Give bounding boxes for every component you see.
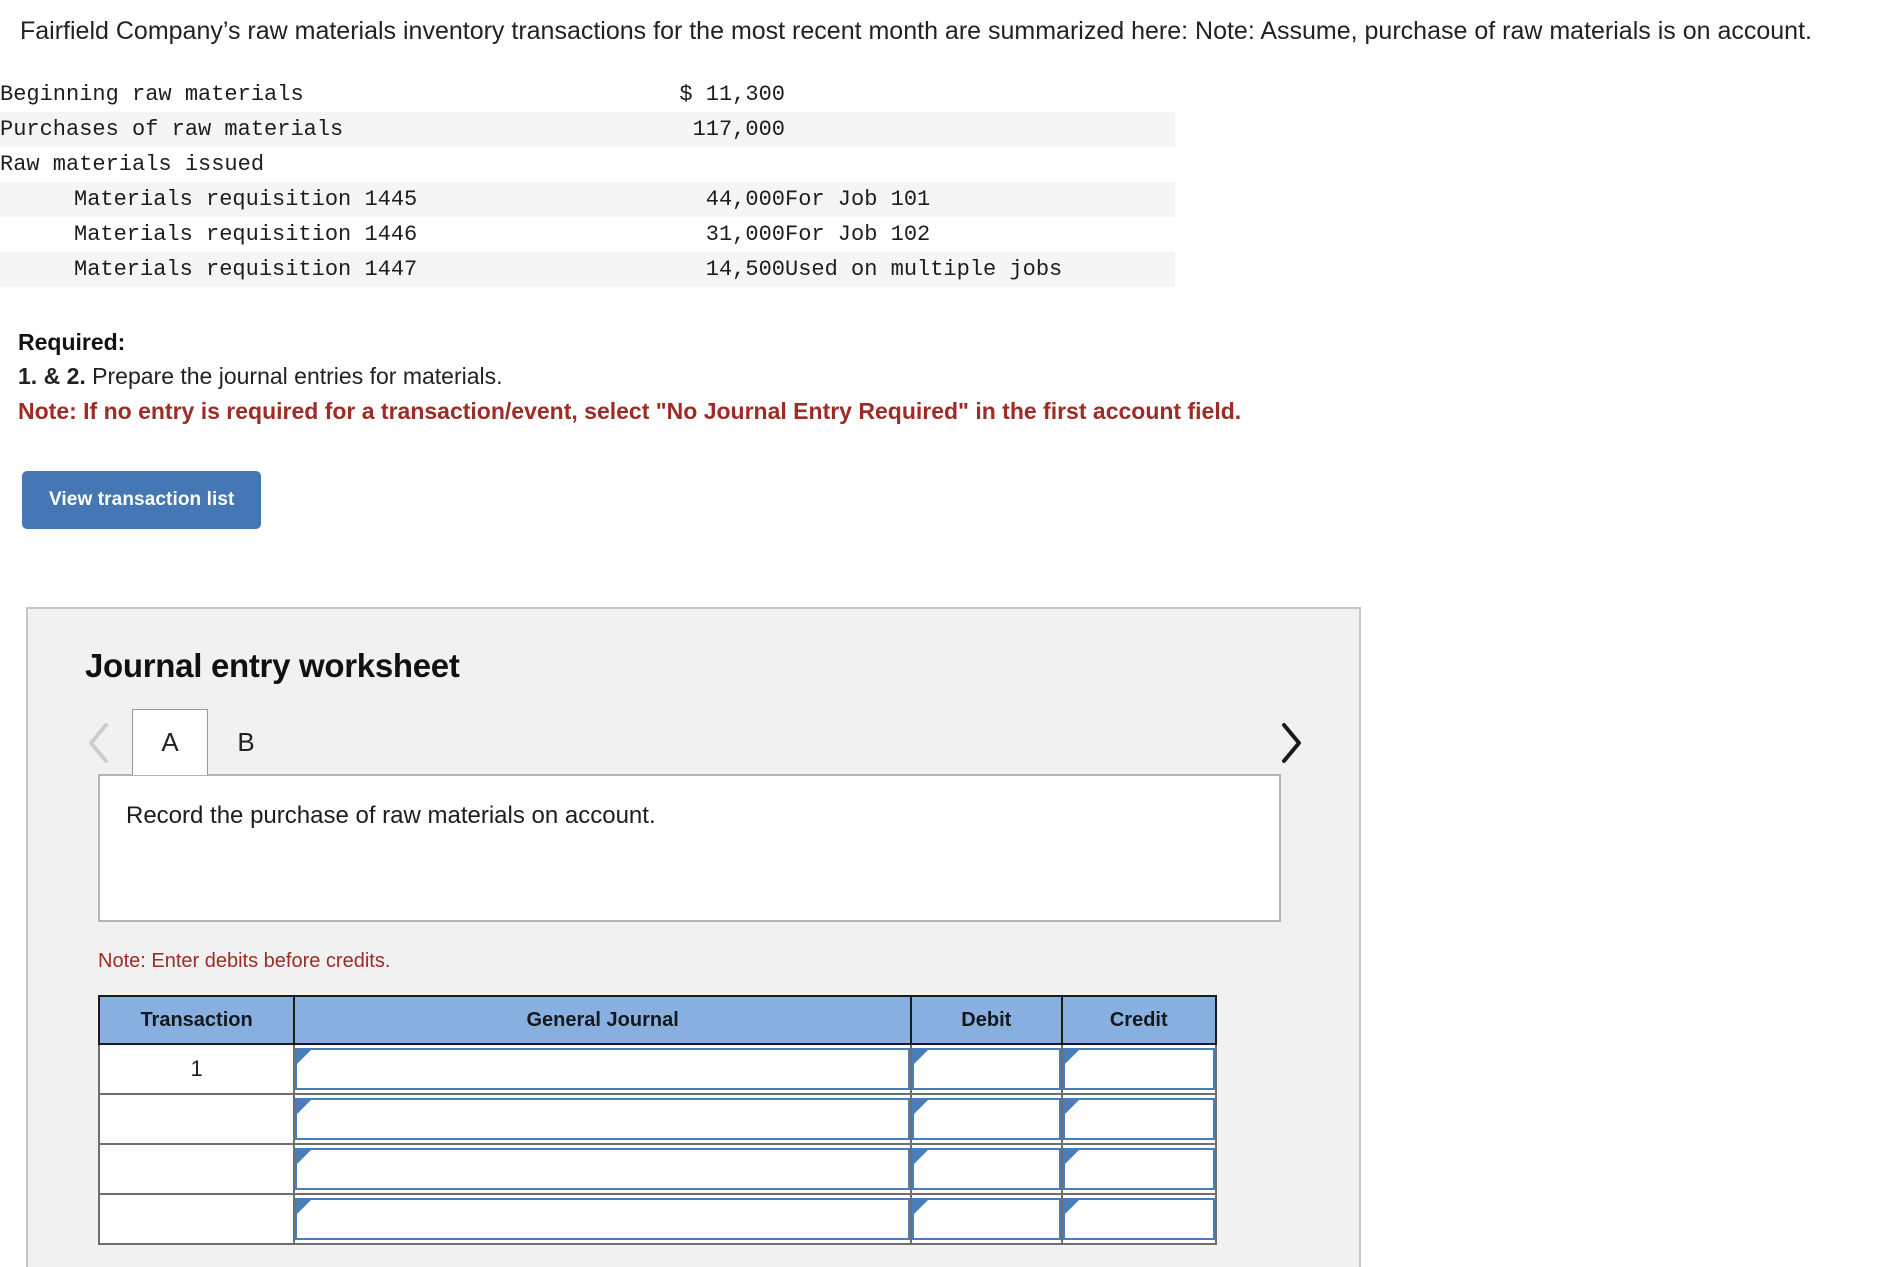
column-header-general-journal: General Journal	[293, 995, 913, 1045]
table-row: Materials requisition 1447 14,500 Used o…	[0, 251, 1175, 287]
debit-input-4[interactable]	[912, 1198, 1061, 1240]
toolbar: View transaction list	[0, 471, 1902, 530]
table-header-row: Transaction General Journal Debit Credit	[97, 995, 1217, 1045]
tab-a-label: A	[161, 727, 179, 757]
credit-cell-2[interactable]	[1060, 1093, 1217, 1145]
table-row	[97, 1193, 1217, 1245]
summary-label: Materials requisition 1446	[74, 221, 418, 247]
journal-entry-worksheet-panel: Journal entry worksheet A B Record the p…	[26, 607, 1361, 1267]
credit-input-1[interactable]	[1062, 1048, 1215, 1090]
summary-note	[785, 77, 1175, 112]
chevron-left-icon	[86, 721, 112, 765]
required-section: Required: 1. & 2. Prepare the journal en…	[0, 327, 1902, 427]
summary-table-wrapper: Beginning raw materials $ 11,300 Purchas…	[0, 77, 1175, 287]
required-note: Note: If no entry is required for a tran…	[18, 397, 1242, 424]
summary-label: Materials requisition 1447	[74, 256, 418, 282]
table-row: Purchases of raw materials 117,000	[0, 111, 1175, 147]
summary-note	[785, 147, 1175, 182]
general-journal-input-3[interactable]	[295, 1148, 911, 1190]
table-row	[97, 1143, 1217, 1195]
summary-note: For Job 101	[785, 186, 931, 212]
general-journal-input-4[interactable]	[295, 1198, 911, 1240]
summary-amount	[600, 147, 785, 182]
table-row	[97, 1093, 1217, 1145]
summary-label: Raw materials issued	[0, 151, 265, 177]
journal-entry-table-body: 1	[97, 1043, 1217, 1245]
column-header-debit: Debit	[910, 995, 1063, 1045]
general-journal-cell-1[interactable]	[293, 1043, 913, 1095]
general-journal-input-2[interactable]	[295, 1098, 911, 1140]
journal-entry-table: Transaction General Journal Debit Credit…	[97, 995, 1217, 1245]
summary-label: Beginning raw materials	[0, 81, 304, 107]
column-header-credit: Credit	[1060, 995, 1217, 1045]
required-item-number: 1. & 2.	[18, 363, 86, 390]
chevron-right-icon	[1278, 721, 1304, 765]
required-item-text: Prepare the journal entries for material…	[85, 363, 503, 390]
summary-label: Purchases of raw materials	[0, 116, 344, 142]
summary-note	[785, 112, 1175, 147]
tab-b[interactable]: B	[208, 709, 284, 775]
debit-input-3[interactable]	[912, 1148, 1061, 1190]
debit-input-2[interactable]	[912, 1098, 1061, 1140]
credit-input-2[interactable]	[1062, 1098, 1215, 1140]
summary-note: For Job 102	[785, 221, 931, 247]
debits-before-credits-note: Note: Enter debits before credits.	[98, 950, 391, 972]
credit-input-4[interactable]	[1062, 1198, 1215, 1240]
general-journal-cell-3[interactable]	[293, 1143, 913, 1195]
credit-cell-1[interactable]	[1060, 1043, 1217, 1095]
summary-amount: 31,000	[705, 221, 785, 247]
table-row: Materials requisition 1445 44,000 For Jo…	[0, 181, 1175, 217]
credit-input-3[interactable]	[1062, 1148, 1215, 1190]
table-row: 1	[97, 1043, 1217, 1095]
summary-amount: 117,000	[692, 116, 785, 142]
transaction-number-cell	[97, 1093, 296, 1145]
summary-amount: $ 11,300	[679, 81, 785, 107]
debit-cell-3[interactable]	[910, 1143, 1063, 1195]
table-row: Raw materials issued	[0, 147, 1175, 182]
summary-amount: 14,500	[705, 256, 785, 282]
column-header-transaction: Transaction	[97, 995, 296, 1045]
journal-entry-table-head: Transaction General Journal Debit Credit	[97, 995, 1217, 1045]
previous-entry-arrow-button[interactable]	[76, 717, 122, 769]
debit-cell-1[interactable]	[910, 1043, 1063, 1095]
summary-label: Materials requisition 1445	[74, 186, 418, 212]
raw-materials-summary-table: Beginning raw materials $ 11,300 Purchas…	[0, 77, 1175, 287]
credit-cell-3[interactable]	[1060, 1143, 1217, 1195]
transaction-number-cell: 1	[97, 1043, 296, 1095]
worksheet-title: Journal entry worksheet	[85, 647, 460, 684]
tab-b-label: B	[237, 727, 255, 757]
worksheet-tab-bar: A B	[28, 709, 1359, 775]
debit-cell-2[interactable]	[910, 1093, 1063, 1145]
summary-note: Used on multiple jobs	[785, 256, 1063, 282]
tab-a[interactable]: A	[132, 709, 208, 775]
general-journal-input-1[interactable]	[295, 1048, 911, 1090]
table-row: Materials requisition 1446 31,000 For Jo…	[0, 217, 1175, 252]
credit-cell-4[interactable]	[1060, 1193, 1217, 1245]
general-journal-cell-4[interactable]	[293, 1193, 913, 1245]
general-journal-cell-2[interactable]	[293, 1093, 913, 1145]
transaction-number-cell	[97, 1193, 296, 1245]
next-entry-arrow-button[interactable]	[1268, 717, 1314, 769]
debit-cell-4[interactable]	[910, 1193, 1063, 1245]
entry-description-text: Record the purchase of raw materials on …	[126, 802, 656, 829]
debit-input-1[interactable]	[912, 1048, 1061, 1090]
transaction-number-cell	[97, 1143, 296, 1195]
intro-paragraph: Fairfield Company’s raw materials invent…	[20, 17, 1812, 45]
summary-amount: 44,000	[705, 186, 785, 212]
worksheet-tabs: A B	[132, 709, 284, 775]
view-transaction-list-button[interactable]: View transaction list	[22, 471, 262, 530]
entry-description-box: Record the purchase of raw materials on …	[98, 774, 1281, 922]
table-row: Beginning raw materials $ 11,300	[0, 77, 1175, 112]
summary-table-body: Beginning raw materials $ 11,300 Purchas…	[0, 77, 1175, 287]
journal-entry-table-wrapper: Transaction General Journal Debit Credit…	[97, 995, 1217, 1245]
required-heading: Required:	[18, 328, 126, 355]
required-item: 1. & 2. Prepare the journal entries for …	[18, 361, 1902, 392]
